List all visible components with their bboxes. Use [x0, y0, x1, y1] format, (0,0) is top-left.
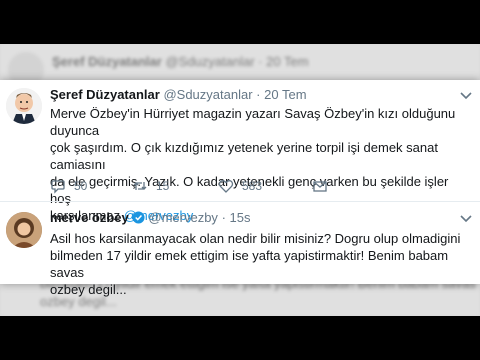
timestamp[interactable]: 15s	[230, 210, 251, 225]
tweet-card: Şeref Düzyatanlar @Sduzyatanlar · 20 Tem…	[0, 80, 480, 297]
background-handle: @Sduzyatanlar	[165, 54, 255, 69]
tweet-header: Şeref Düzyatanlar @Sduzyatanlar · 20 Tem	[50, 87, 307, 102]
envelope-icon	[313, 181, 327, 192]
caricature-avatar-icon	[6, 88, 42, 124]
tweet-actions: 50 15 583	[50, 178, 370, 198]
profile-photo-icon	[6, 212, 42, 248]
reply-count: 50	[74, 179, 88, 193]
retweet-button[interactable]: 15	[132, 178, 169, 194]
video-frame: Şeref Düzyatanlar @Sduzyatanlar · 20 Tem…	[0, 44, 480, 316]
chevron-down-icon[interactable]	[460, 92, 472, 100]
tweet-line: çok şaşırdım. O çık kızdığımız yetenek y…	[50, 140, 438, 172]
chevron-down-icon[interactable]	[460, 215, 472, 223]
background-name: Şeref Düzyatanlar	[52, 54, 162, 69]
tweet-seref[interactable]: Şeref Düzyatanlar @Sduzyatanlar · 20 Tem…	[0, 80, 480, 223]
tweet-line: Asil hos karsilanmayacak olan nedir bili…	[50, 231, 461, 246]
tweet-merve[interactable]: merve özbey @mervezby · 15s Asil hos kar…	[0, 202, 480, 297]
display-name[interactable]: Şeref Düzyatanlar	[50, 87, 160, 102]
reply-button[interactable]: 50	[50, 178, 87, 194]
heart-icon	[218, 180, 234, 193]
background-separator: ·	[258, 54, 263, 69]
background-header: Şeref Düzyatanlar @Sduzyatanlar · 20 Tem	[52, 54, 480, 69]
tweet-line: bilmeden 17 yildir emek ettigim ise yaft…	[50, 248, 449, 280]
user-handle[interactable]: @mervezby	[148, 210, 218, 225]
retweet-icon	[133, 182, 147, 190]
timestamp[interactable]: 20 Tem	[264, 87, 306, 102]
separator: ·	[221, 210, 226, 225]
background-time: 20 Tem	[266, 54, 309, 69]
tweet-text: Asil hos karsilanmayacak olan nedir bili…	[50, 230, 475, 298]
tweet-header: merve özbey @mervezby · 15s	[50, 210, 251, 225]
reply-icon	[51, 180, 65, 194]
user-handle[interactable]: @Sduzyatanlar	[163, 87, 252, 102]
verified-badge-icon	[132, 211, 145, 224]
tweet-line: ozbey degil...	[50, 282, 127, 297]
like-count: 583	[242, 179, 263, 193]
direct-message-button[interactable]	[312, 178, 328, 194]
like-button[interactable]: 583	[218, 178, 262, 194]
avatar[interactable]	[6, 88, 42, 124]
retweet-count: 15	[156, 179, 170, 193]
display-name[interactable]: merve özbey	[50, 210, 129, 225]
tweet-line: Merve Özbey'in Hürriyet magazin yazarı S…	[50, 106, 456, 138]
avatar[interactable]	[6, 212, 42, 248]
separator: ·	[256, 87, 261, 102]
